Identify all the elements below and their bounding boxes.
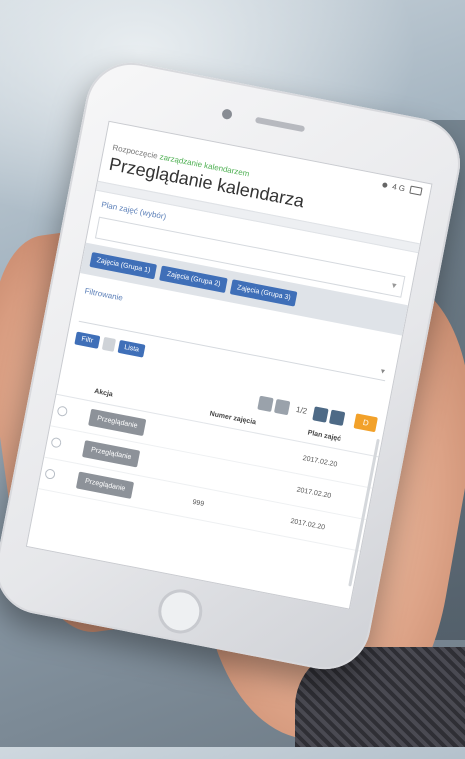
row-radio[interactable] — [56, 404, 69, 417]
speaker-icon — [254, 116, 306, 133]
home-button[interactable] — [154, 585, 207, 638]
page-indicator: 1/2 — [295, 404, 308, 416]
action-button[interactable]: D — [353, 413, 378, 433]
row-action-button[interactable]: Przeglądanie — [75, 471, 135, 499]
chip-item[interactable]: Zajęcia (Grupa 1) — [89, 252, 158, 280]
first-page-button[interactable] — [257, 395, 274, 412]
chip-item[interactable]: Zajęcia (Grupa 2) — [159, 265, 228, 294]
list-button[interactable]: Lista — [117, 339, 146, 358]
battery-icon — [409, 185, 423, 196]
chevron-down-icon: ▾ — [391, 279, 398, 291]
row-action-button[interactable]: Przeglądanie — [81, 440, 141, 468]
phone-screen: 4 G Rozpoczęcie zarządzanie kalendarzem … — [25, 120, 433, 610]
prev-page-button[interactable] — [274, 398, 291, 415]
signal-text: 4 G — [391, 181, 406, 193]
row-radio[interactable] — [44, 467, 57, 480]
reset-button[interactable] — [101, 336, 116, 352]
next-page-button[interactable] — [312, 405, 329, 423]
camera-icon — [221, 108, 233, 121]
signal-icon — [382, 181, 389, 188]
last-page-button[interactable] — [329, 409, 346, 426]
apply-filter-button[interactable]: Filtr — [74, 331, 101, 349]
chip-item[interactable]: Zajęcia (Grupa 3) — [229, 279, 298, 307]
chevron-down-icon: ▾ — [380, 365, 386, 376]
row-action-button[interactable]: Przeglądanie — [87, 408, 147, 437]
row-radio[interactable] — [50, 436, 63, 449]
